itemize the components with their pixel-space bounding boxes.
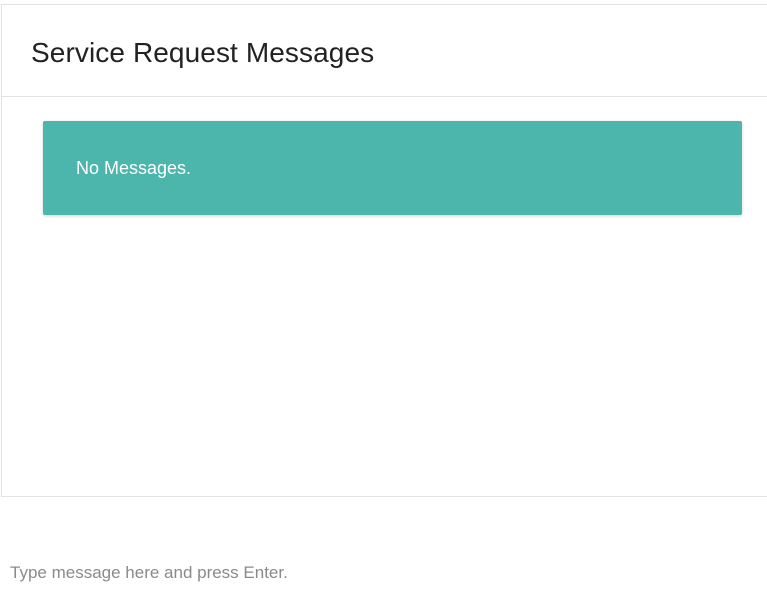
messages-list: No Messages. [2, 97, 767, 496]
empty-messages-text: No Messages. [76, 158, 192, 178]
panel-header: Service Request Messages [2, 5, 767, 97]
messages-panel: Service Request Messages No Messages. [1, 4, 767, 497]
panel-title: Service Request Messages [31, 37, 375, 68]
empty-messages-alert: No Messages. [43, 121, 742, 215]
message-input[interactable] [10, 560, 750, 586]
